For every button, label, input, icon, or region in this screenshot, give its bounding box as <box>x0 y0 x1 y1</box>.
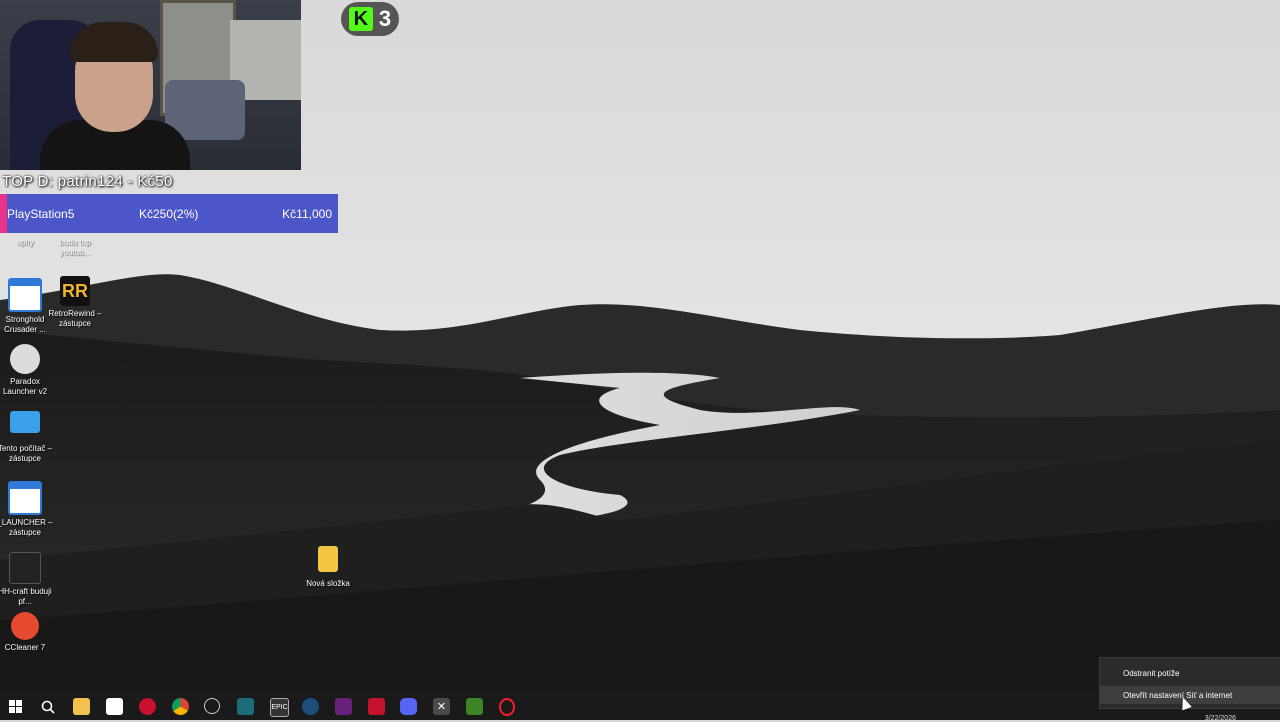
kick-viewer-count: 3 <box>378 6 392 31</box>
rr-logo-icon: RR <box>60 276 90 306</box>
desktop-icon-label: Tento počítač – zástupce <box>0 444 53 463</box>
menu-item-troubleshoot[interactable]: Odstranit potíže <box>1100 664 1280 682</box>
desktop-icon-this-pc[interactable]: Tento počítač – zástupce <box>0 411 55 464</box>
top-donor-label: TOP D: patrin124 - Kč50 <box>2 173 173 190</box>
desktop-icon-launcher[interactable]: _LAUNCHER – zástupce <box>0 481 55 538</box>
ccleaner-icon <box>11 612 39 640</box>
epic-games-icon[interactable]: EPIC <box>270 698 289 717</box>
file-explorer-icon[interactable] <box>73 698 90 715</box>
desktop-icon-label: RetroRewind – zástupce <box>48 309 102 328</box>
desktop-icon-label: HH-craft buduji pf... <box>0 587 52 606</box>
desktop-icon-label: CCleaner 7 <box>4 643 46 652</box>
desktop-icon-ccleaner[interactable]: CCleaner 7 <box>0 612 55 653</box>
donation-goal-bar: PlayStation5 Kč250(2%) Kč11,000 <box>0 194 338 233</box>
chrome-icon[interactable] <box>172 698 189 715</box>
search-icon[interactable] <box>39 698 56 715</box>
app-red2-icon[interactable] <box>368 698 385 715</box>
steam-icon[interactable] <box>302 698 319 715</box>
app-teal-icon[interactable] <box>237 698 254 715</box>
app-red-icon[interactable] <box>139 698 156 715</box>
desktop-icon-label: _LAUNCHER – zástupce <box>0 518 53 537</box>
computer-icon <box>10 411 40 433</box>
kick-viewer-badge: K 3 <box>341 2 399 36</box>
desktop-icon-label: Paradox Launcher v2 <box>2 377 48 396</box>
kick-logo-icon: K <box>348 7 373 31</box>
desktop-icon-new-folder[interactable]: Nová složka <box>298 546 358 589</box>
shortcut-window-icon <box>8 481 42 515</box>
taskbar-clock-date[interactable]: 3/22/2026 <box>1205 715 1236 722</box>
desktop-icon-label: budu top youtub... <box>59 238 91 257</box>
desktop-icon-retrorewind[interactable]: RR RetroRewind – zástupce <box>45 276 105 329</box>
opera-icon[interactable] <box>499 698 515 716</box>
goal-name: PlayStation5 <box>7 207 75 221</box>
taskbar: EPIC ✕ <box>0 693 1280 720</box>
windows-start-icon[interactable] <box>7 698 24 715</box>
shortcut-window-icon <box>8 278 42 312</box>
goal-progress-text: Kč250(2%) <box>139 207 199 221</box>
visual-studio-icon[interactable] <box>335 698 352 715</box>
paradox-icon <box>10 344 40 374</box>
goal-target: Kč11,000 <box>282 207 332 221</box>
video-thumb-icon <box>9 552 41 584</box>
menu-item-label: Odstranit potíže <box>1123 669 1180 678</box>
desktop-icon-video[interactable]: budu top youtub... <box>45 238 105 258</box>
folder-icon <box>318 546 338 572</box>
desktop-icon-label: Nová složka <box>306 579 350 588</box>
minecraft-icon[interactable] <box>466 698 483 715</box>
app-cross-icon[interactable]: ✕ <box>433 698 450 715</box>
store-icon[interactable] <box>106 698 123 715</box>
goal-progress-fill <box>0 194 7 233</box>
obs-icon[interactable] <box>204 698 220 714</box>
desktop-icon-hh-craft[interactable]: HH-craft buduji pf... <box>0 552 55 607</box>
discord-icon[interactable] <box>400 698 417 715</box>
webcam-feed <box>0 0 301 170</box>
desktop-icon-paradox[interactable]: Paradox Launcher v2 <box>0 344 55 397</box>
